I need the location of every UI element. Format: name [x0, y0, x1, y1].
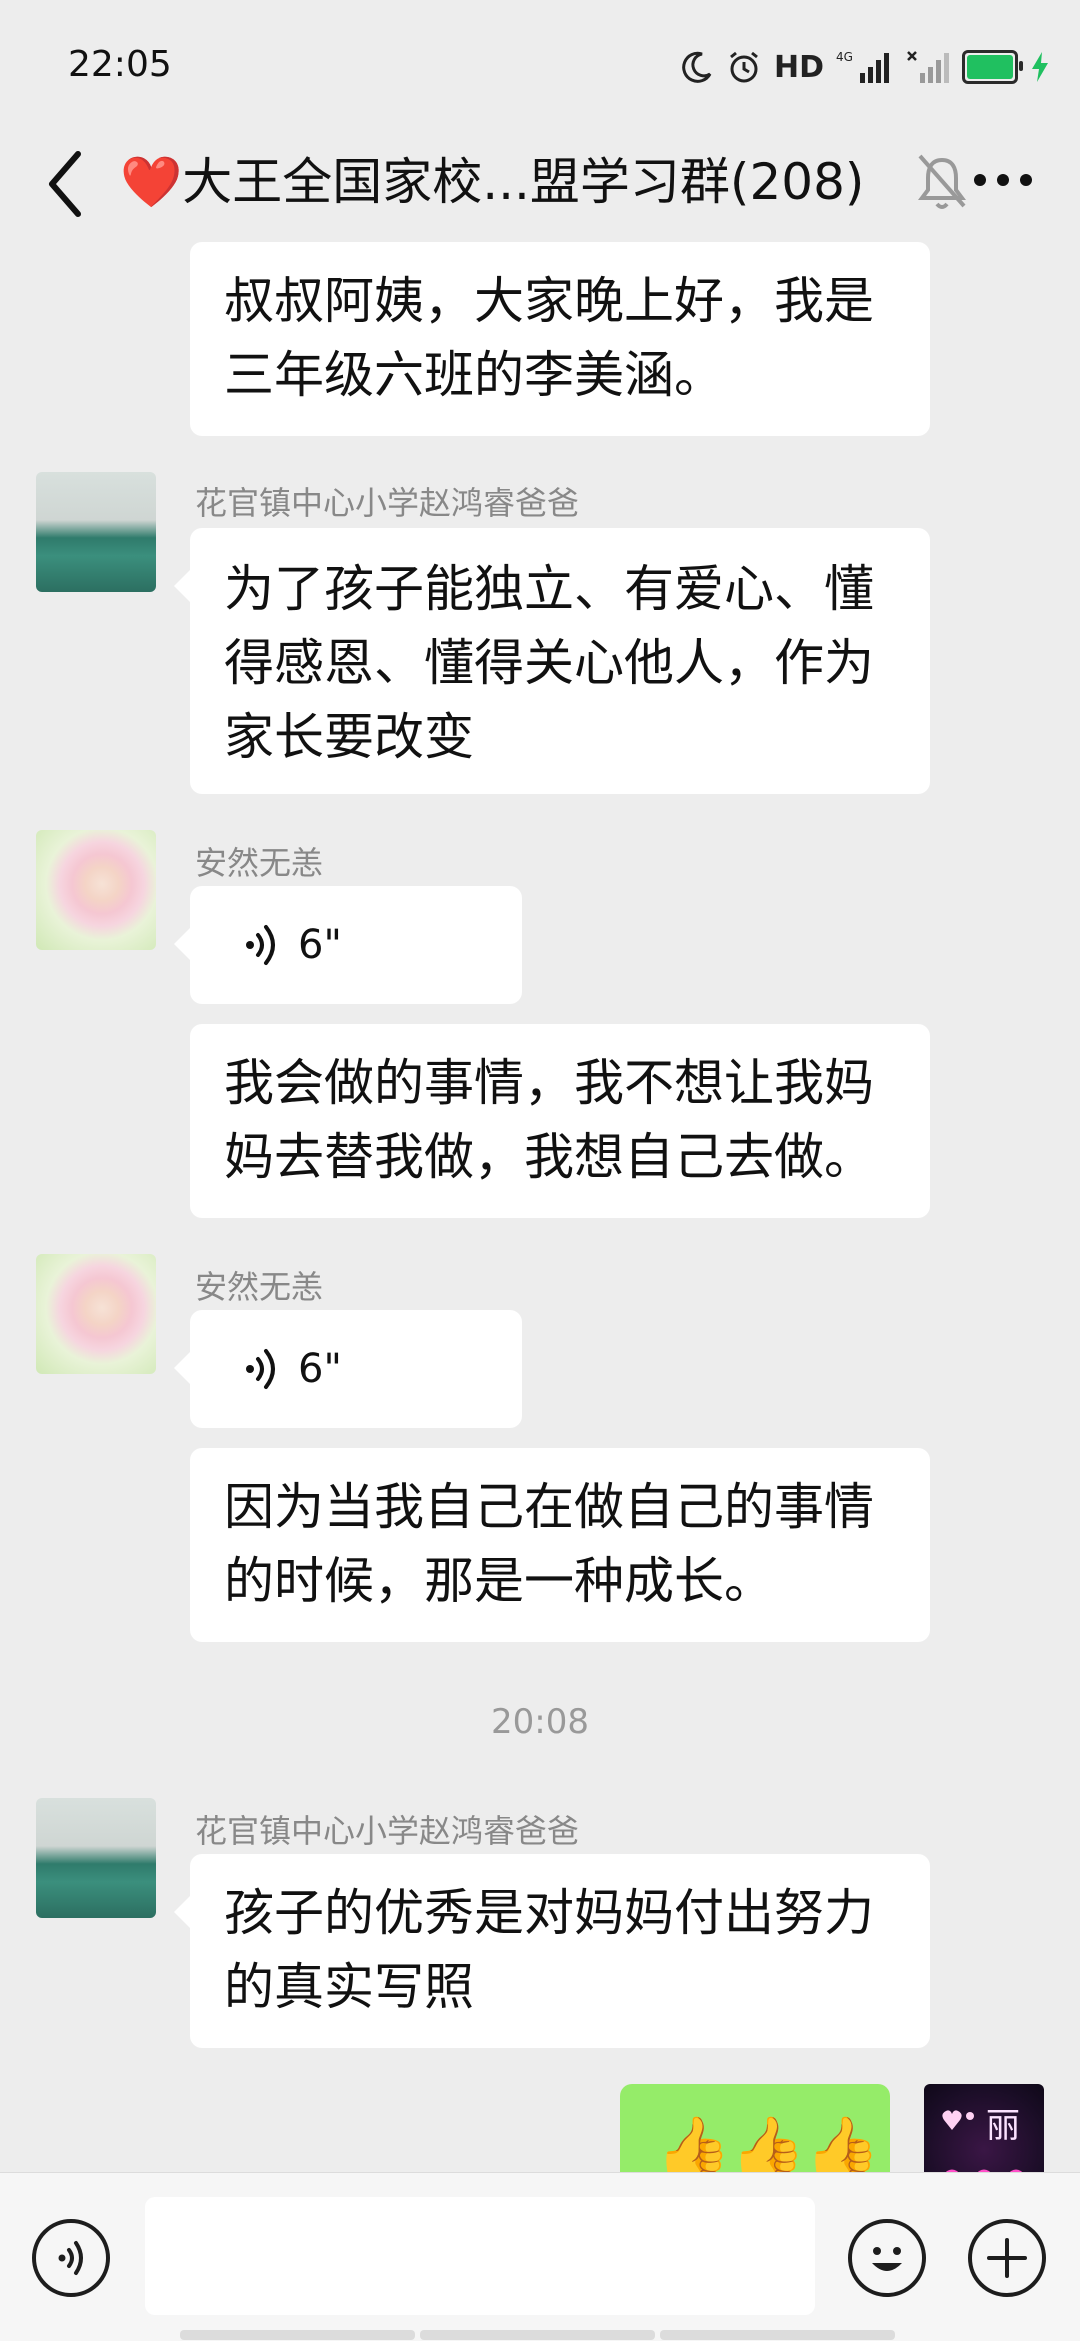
sender-name: 花官镇中心小学赵鸿睿爸爸	[195, 1812, 580, 1850]
signal-weak-icon	[907, 51, 949, 83]
voice-wave-icon	[246, 1349, 275, 1389]
charging-icon	[1032, 52, 1048, 82]
avatar[interactable]	[36, 830, 156, 950]
gesture-hint-left	[180, 2330, 415, 2340]
voice-icon	[58, 2241, 83, 2275]
network-type-label: HD	[773, 49, 824, 85]
voice-message-bubble[interactable]: 6"	[174, 886, 522, 1004]
alarm-icon	[730, 51, 758, 83]
avatar-text: 丽	[986, 2106, 1020, 2146]
voice-message-bubble[interactable]: 6"	[174, 1310, 522, 1428]
message-text: 孩子的优秀是对妈妈付出努力的真实写照	[224, 1884, 874, 2016]
sender-name: 安然无恙	[195, 844, 324, 882]
message-bubble[interactable]: 叔叔阿姨，大家晚上好，我是三年级六班的李美涵。	[190, 242, 930, 436]
do-not-disturb-icon	[682, 51, 712, 83]
status-bar: 22:05 HD 4G	[0, 0, 1080, 130]
status-icons: HD 4G	[680, 44, 1050, 90]
message-bubble[interactable]: 孩子的优秀是对妈妈付出努力的真实写照	[174, 1854, 930, 2048]
avatar[interactable]	[36, 472, 156, 592]
chat-title: ❤️大王全国家校...盟学习群(208)	[120, 153, 865, 211]
sender-name: 花官镇中心小学赵鸿睿爸爸	[195, 484, 580, 522]
avatar-decoration-icon	[942, 2110, 974, 2130]
gesture-hint-center	[420, 2330, 655, 2340]
emoji-button[interactable]	[848, 2219, 926, 2297]
avatar[interactable]	[36, 1798, 156, 1918]
more-options-icon[interactable]	[968, 150, 1038, 210]
voice-duration: 6"	[298, 922, 342, 968]
status-time: 22:05	[68, 44, 172, 85]
message-text: 为了孩子能独立、有爱心、懂得感恩、懂得关心他人，作为家长要改变	[224, 560, 874, 766]
voice-duration: 6"	[298, 1346, 342, 1392]
input-bar	[0, 2172, 1080, 2341]
sender-name: 安然无恙	[195, 1268, 324, 1306]
plus-icon	[987, 2238, 1027, 2278]
voice-input-button[interactable]	[32, 2219, 110, 2297]
battery-icon	[962, 50, 1023, 84]
muted-bell-icon	[918, 154, 966, 209]
signal-icon: 4G	[836, 50, 889, 83]
chat-timestamp: 20:08	[491, 1702, 589, 1742]
more-functions-button[interactable]	[968, 2219, 1046, 2297]
voice-wave-icon	[246, 925, 275, 965]
message-text: 因为当我自己在做自己的事情的时候，那是一种成长。	[224, 1478, 874, 1610]
avatar[interactable]	[36, 1254, 156, 1374]
message-bubble[interactable]: 为了孩子能独立、有爱心、懂得感恩、懂得关心他人，作为家长要改变	[174, 528, 930, 794]
gesture-hint-right	[660, 2330, 895, 2340]
message-text: 我会做的事情，我不想让我妈妈去替我做，我想自己去做。	[224, 1054, 874, 1186]
chat-header: ❤️大王全国家校...盟学习群(208)	[0, 120, 1080, 240]
message-input-field[interactable]	[145, 2197, 815, 2315]
smiley-icon	[872, 2247, 902, 2271]
svg-text:4G: 4G	[836, 50, 853, 64]
message-text: 叔叔阿姨，大家晚上好，我是三年级六班的李美涵。	[224, 272, 874, 404]
back-arrow-icon[interactable]	[38, 144, 98, 224]
message-bubble[interactable]: 因为当我自己在做自己的事情的时候，那是一种成长。	[190, 1448, 930, 1642]
message-bubble[interactable]: 我会做的事情，我不想让我妈妈去替我做，我想自己去做。	[190, 1024, 930, 1218]
